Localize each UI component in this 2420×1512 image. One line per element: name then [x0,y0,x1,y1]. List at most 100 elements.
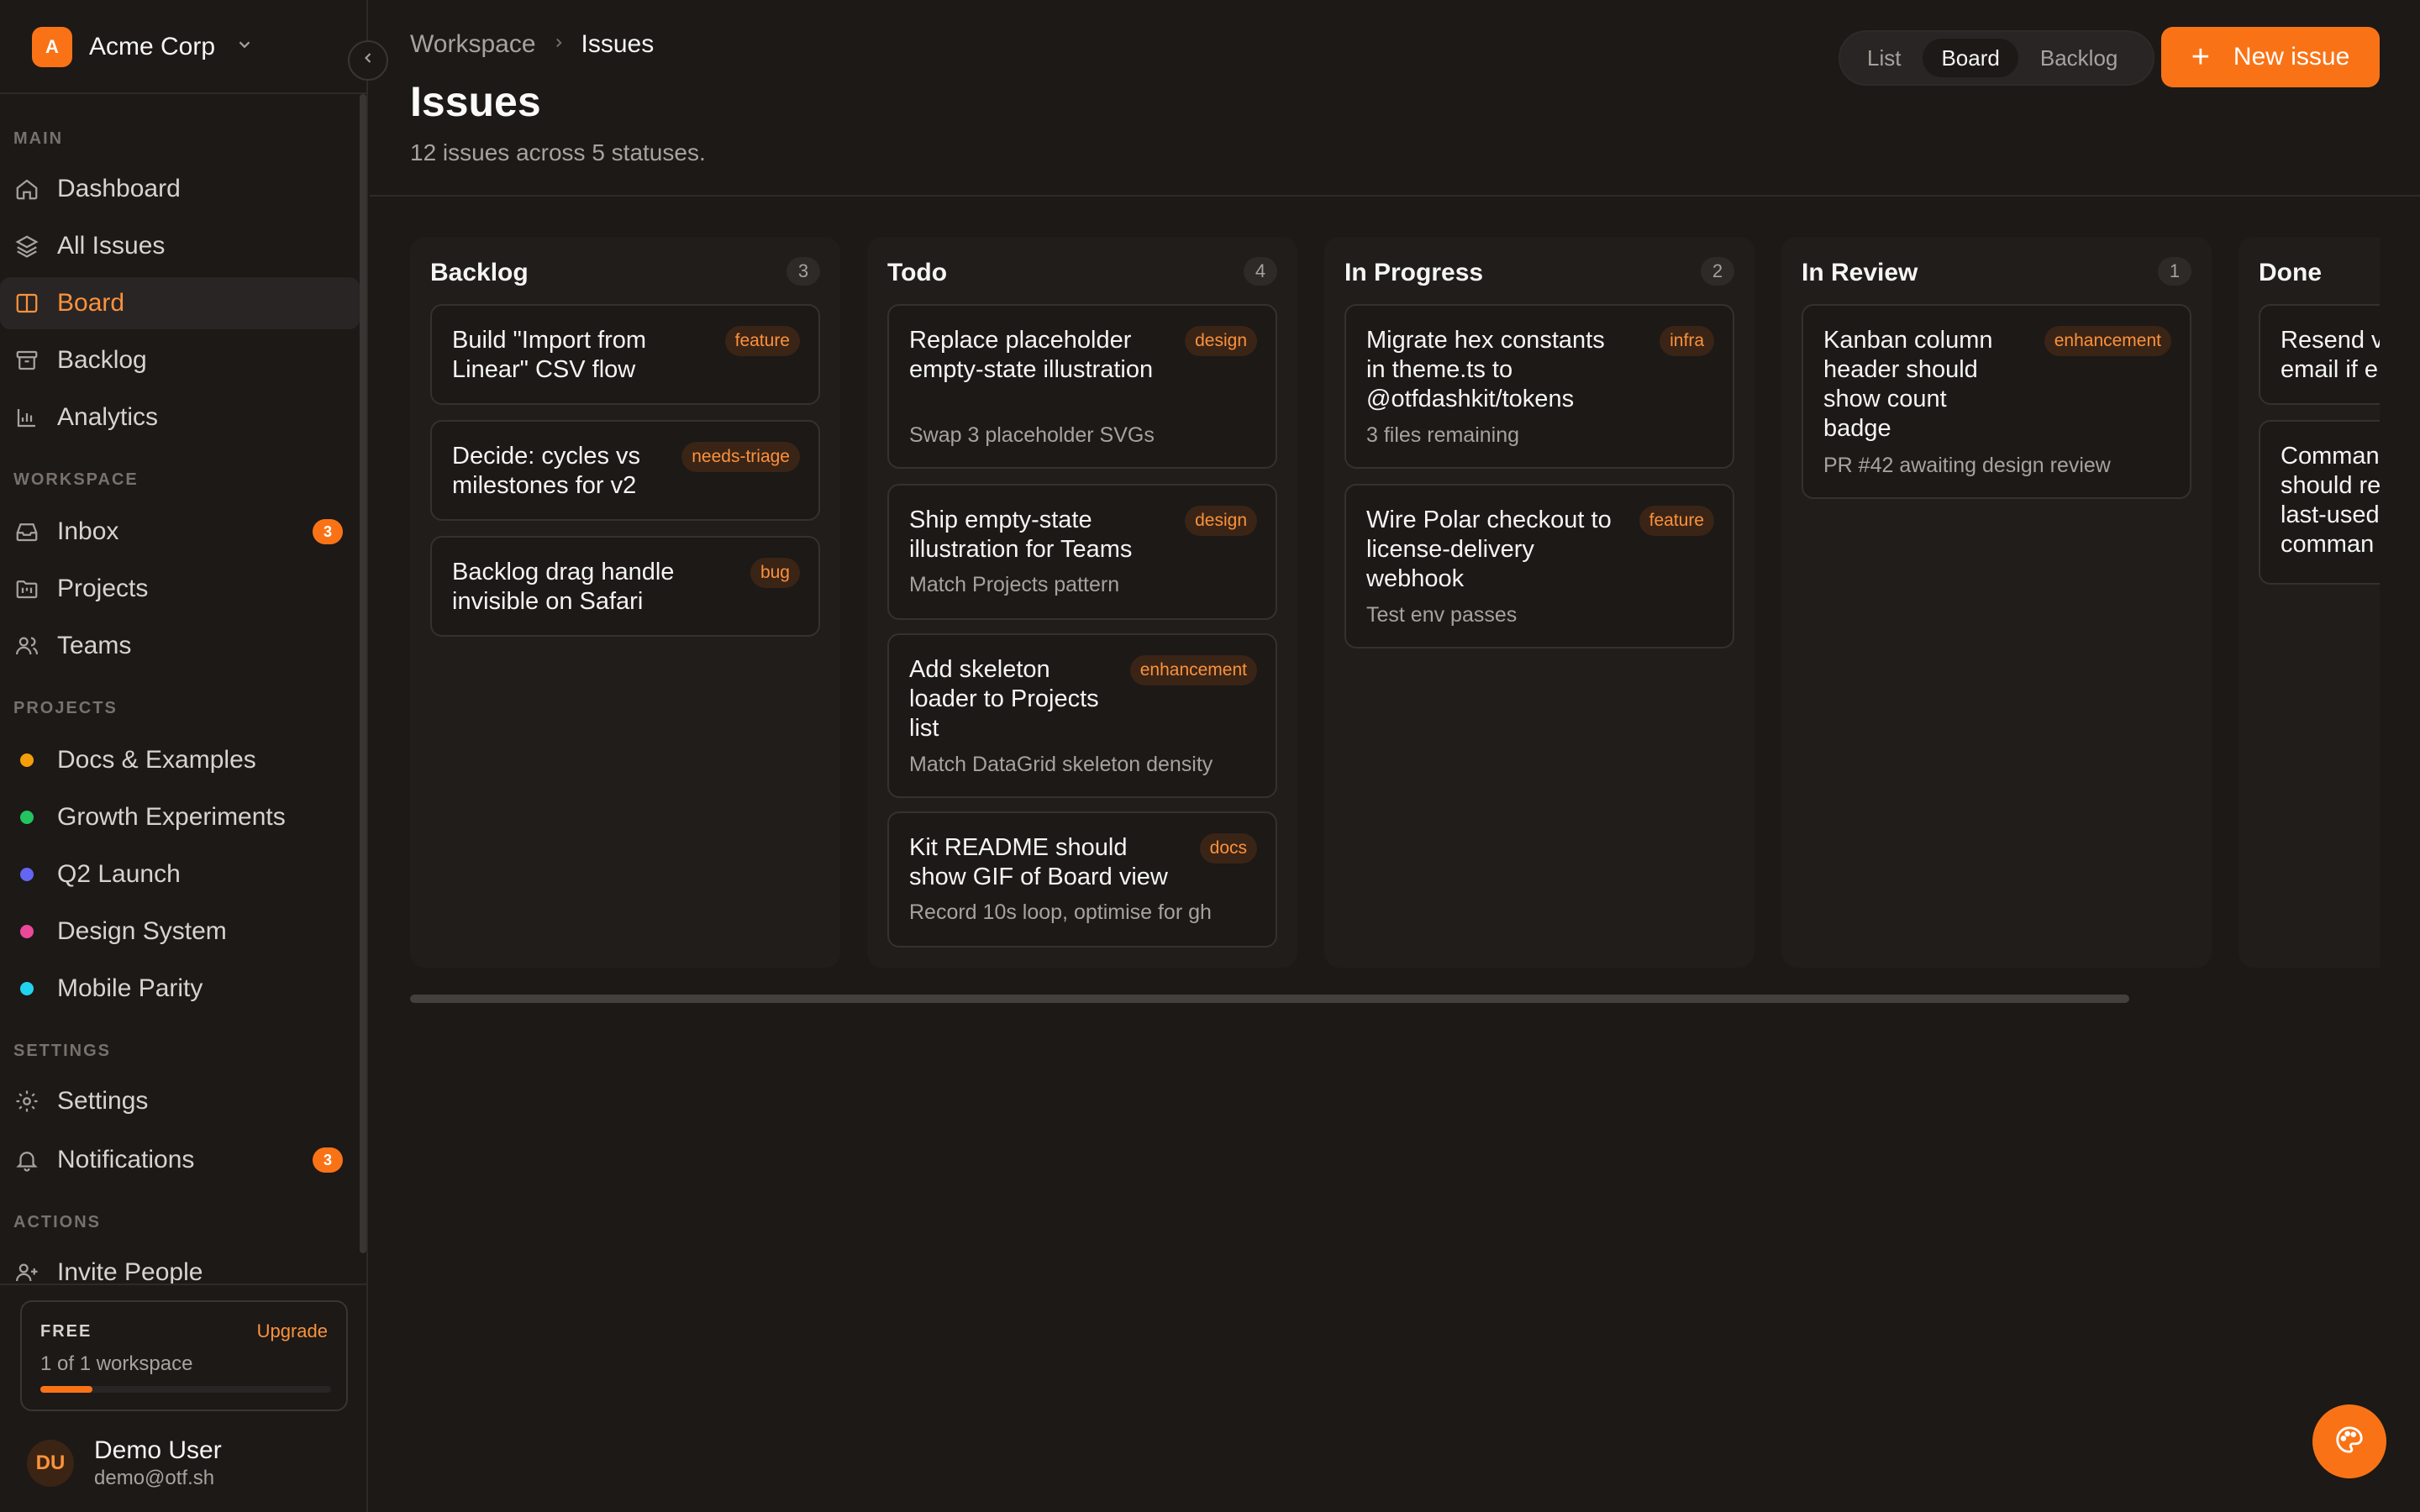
issue-card[interactable]: Replace placeholder empty-state illustra… [887,304,1277,469]
card-tag: docs [1199,833,1257,864]
sidebar-item-label: Projects [57,575,149,602]
issue-card[interactable]: Build "Import from Linear" CSV flow feat… [430,304,820,405]
sidebar-project-mobile[interactable]: Mobile Parity [0,963,360,1015]
users-icon [13,633,40,659]
breadcrumb-workspace[interactable]: Workspace [410,30,536,59]
column-backlog: Backlog 3 Build "Import from Linear" CSV… [410,237,840,968]
column-todo: Todo 4 Replace placeholder empty-state i… [867,237,1297,968]
sidebar-item-invite-people[interactable]: Invite People [0,1247,360,1284]
collapse-sidebar-button[interactable] [348,40,388,81]
sidebar-project-docs[interactable]: Docs & Examples [0,734,360,786]
sidebar-item-inbox[interactable]: Inbox 3 [0,506,360,558]
org-switcher[interactable]: A Acme Corp [32,25,254,69]
issue-card[interactable]: Kit README should show GIF of Board view… [887,811,1277,948]
section-label-workspace: WORKSPACE [13,470,139,489]
card-tag: infra [1660,326,1714,356]
plan-usage-bar [40,1386,331,1393]
sidebar-item-analytics[interactable]: Analytics [0,391,360,444]
issue-card[interactable]: Ship empty-state illustration for Teams … [887,484,1277,620]
sidebar-item-label: Analytics [57,403,159,431]
folder-icon [13,575,40,602]
card-title: Kit README should show GIF of Board view [909,834,1168,890]
project-color-dot [20,868,34,881]
card-title: Comman should re last-used comman [2281,443,2380,558]
sidebar-item-settings[interactable]: Settings [0,1075,360,1127]
column-in-review: In Review 1 Kanban column header should … [1781,237,2212,968]
card-title: Migrate hex constants in theme.ts to @ot… [1366,327,1605,412]
sidebar-item-label: Design System [57,917,227,945]
issue-card[interactable]: Resend v email if e [2259,304,2380,405]
sidebar-item-label: Growth Experiments [57,803,286,831]
sidebar-item-teams[interactable]: Teams [0,620,360,672]
project-color-dot [20,811,34,824]
plan-card: FREE Upgrade 1 of 1 workspace [20,1300,348,1411]
view-backlog-tab[interactable]: Backlog [2022,39,2137,77]
issue-card[interactable]: Add skeleton loader to Projects list enh… [887,633,1277,798]
board-horizontal-scrollbar[interactable] [410,995,2129,1003]
card-tag: design [1185,506,1257,536]
sidebar-item-notifications[interactable]: Notifications 3 [0,1134,360,1186]
column-title: In Review [1802,259,1918,286]
card-description: PR #42 awaiting design review [1823,454,2111,477]
sidebar-item-label: Settings [57,1087,149,1115]
view-board-tab[interactable]: Board [1923,39,2018,77]
issue-card[interactable]: Migrate hex constants in theme.ts to @ot… [1344,304,1734,469]
sidebar-item-label: Inbox [57,517,119,545]
plan-usage-fill [40,1386,93,1393]
bell-icon [13,1147,40,1173]
section-label-actions: ACTIONS [13,1213,101,1231]
sidebar-item-all-issues[interactable]: All Issues [0,220,360,272]
user-info: Demo User demo@otf.sh [94,1436,222,1490]
card-description: Match Projects pattern [909,573,1120,596]
sidebar-project-design-system[interactable]: Design System [0,906,360,958]
sidebar-item-label: Q2 Launch [57,860,181,888]
column-title: Backlog [430,259,529,286]
sidebar-item-label: Dashboard [57,175,181,202]
card-tag: feature [724,326,800,356]
card-title: Resend v email if e [2281,327,2380,383]
new-issue-button[interactable]: + New issue [2161,27,2380,87]
sidebar-item-projects[interactable]: Projects [0,563,360,615]
card-description: Record 10s loop, optimise for gh [909,900,1212,924]
upgrade-link[interactable]: Upgrade [257,1320,328,1342]
user-profile[interactable]: DU Demo User demo@otf.sh [27,1436,222,1490]
bar-chart-icon [13,404,40,431]
org-name: Acme Corp [89,33,216,60]
user-name: Demo User [94,1436,222,1464]
project-color-dot [20,982,34,995]
column-title: Done [2259,259,2322,286]
sidebar-item-label: Invite People [57,1258,203,1284]
sidebar-project-q2[interactable]: Q2 Launch [0,848,360,900]
sidebar-item-backlog[interactable]: Backlog [0,334,360,386]
home-icon [13,176,40,202]
plus-icon: + [2191,39,2210,75]
issue-card[interactable]: Backlog drag handle invisible on Safari … [430,536,820,637]
plan-usage: 1 of 1 workspace [40,1352,193,1375]
chevron-left-icon [360,50,376,71]
sidebar-item-label: Teams [57,632,132,659]
column-count-badge: 2 [1701,257,1734,286]
page-title: Issues [410,78,541,125]
issue-card[interactable]: Comman should re last-used comman [2259,420,2380,585]
issue-card[interactable]: Wire Polar checkout to license-delivery … [1344,484,1734,648]
card-tag: enhancement [2044,326,2171,356]
issue-card[interactable]: Kanban column header should show count b… [1802,304,2191,499]
chevron-right-icon [551,33,566,56]
user-plus-icon [13,1259,40,1284]
sidebar: A Acme Corp MAIN Dashboard All Issues Bo… [0,0,368,1512]
column-count-badge: 4 [1244,257,1277,286]
sidebar-project-growth[interactable]: Growth Experiments [0,791,360,843]
avatar: DU [27,1440,74,1487]
card-tag: needs-triage [681,442,800,472]
header-divider [370,195,2420,197]
card-title: Wire Polar checkout to license-delivery … [1366,507,1612,592]
sidebar-item-dashboard[interactable]: Dashboard [0,163,360,215]
page-subtitle: 12 issues across 5 statuses. [410,139,706,165]
org-logo: A [32,27,72,67]
sidebar-item-board[interactable]: Board [0,277,360,329]
sidebar-scrollbar[interactable] [360,94,366,1253]
theme-palette-button[interactable] [2312,1404,2386,1478]
sidebar-item-label: All Issues [57,232,166,260]
issue-card[interactable]: Decide: cycles vs milestones for v2 need… [430,420,820,521]
view-list-tab[interactable]: List [1849,39,1919,77]
